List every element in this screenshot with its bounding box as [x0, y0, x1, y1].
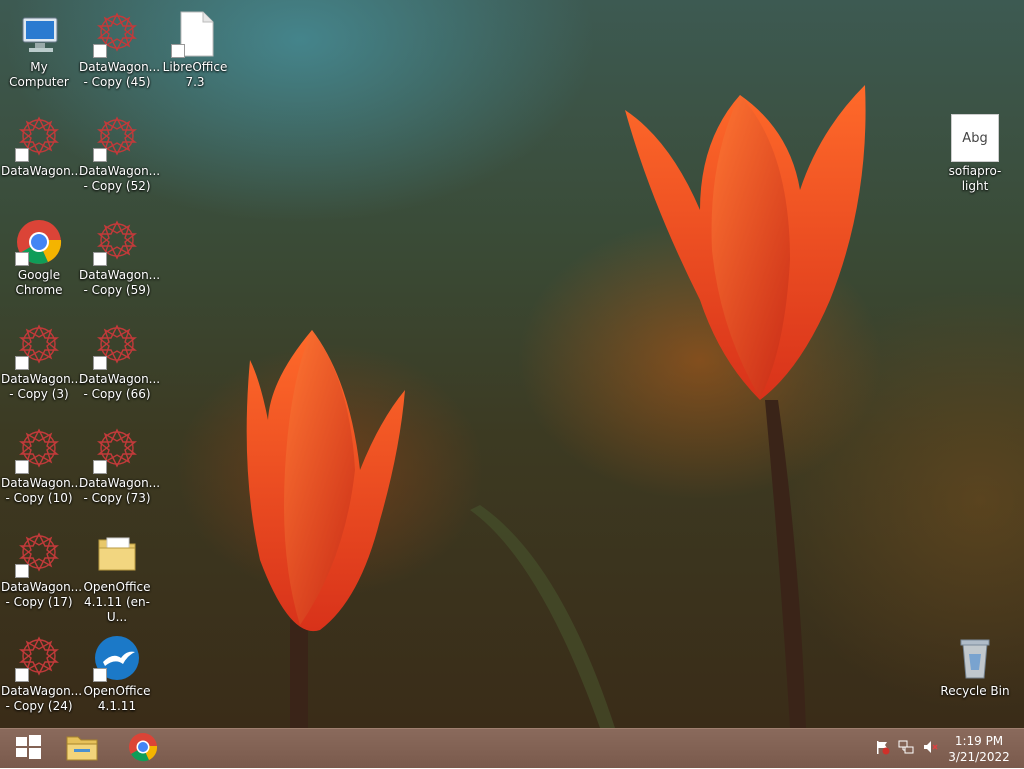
datawagon-icon — [15, 426, 63, 474]
start-button[interactable] — [0, 729, 56, 769]
recycle-bin-icon — [951, 634, 999, 682]
action-center-flag-icon — [874, 739, 890, 759]
desktop-icon-google-chrome[interactable]: Google Chrome — [0, 212, 78, 298]
folder-icon — [93, 530, 141, 578]
icon-label-line1: OpenOffice — [83, 684, 151, 698]
windows-logo-icon — [14, 733, 42, 765]
icon-label-line2: 4.1.11 — [97, 699, 137, 713]
shortcut-arrow-icon — [93, 44, 107, 58]
icon-label: My Computer — [9, 60, 69, 89]
chrome-icon — [15, 218, 63, 266]
icon-label: DataWagon... — [1, 164, 83, 178]
desktop[interactable]: My Computer DataWagon... Google Chrome D… — [0, 0, 1024, 728]
icon-label-line1: OpenOffice — [83, 580, 151, 594]
datawagon-icon — [93, 322, 141, 370]
shortcut-arrow-icon — [93, 460, 107, 474]
clock-time: 1:19 PM — [954, 734, 1004, 748]
icon-label-line1: DataWagon... — [1, 476, 83, 490]
icon-label-line2: - Copy (59) — [83, 283, 151, 297]
computer-icon — [15, 10, 63, 58]
datawagon-icon — [93, 426, 141, 474]
icon-label-line2: - Copy (66) — [83, 387, 151, 401]
datawagon-icon — [15, 530, 63, 578]
shortcut-arrow-icon — [93, 148, 107, 162]
chrome-icon — [128, 732, 158, 766]
desktop-icon-recycle-bin[interactable]: Recycle Bin — [936, 628, 1014, 699]
volume-button[interactable] — [920, 729, 940, 769]
icon-label-line2: - Copy (73) — [83, 491, 151, 505]
document-icon — [171, 10, 219, 58]
icon-label-line2: Chrome — [15, 283, 63, 297]
taskbar-file-explorer[interactable] — [54, 729, 110, 769]
openoffice-icon — [93, 634, 141, 682]
desktop-icon-datawagon-copy-17[interactable]: DataWagon... - Copy (17) — [0, 524, 83, 610]
font-file-icon: Abg — [951, 114, 999, 162]
desktop-icon-datawagon-copy-52[interactable]: DataWagon... - Copy (52) — [78, 108, 161, 194]
clock-date: 3/21/2022 — [948, 750, 1010, 764]
shortcut-arrow-icon — [15, 668, 29, 682]
taskbar: 1:19 PM 3/21/2022 — [0, 728, 1024, 768]
action-center-button[interactable] — [872, 729, 892, 769]
shortcut-arrow-icon — [15, 356, 29, 370]
icon-label-line2: 4.1.11 (en-U... — [84, 595, 150, 624]
icon-label-line2: - Copy (17) — [5, 595, 73, 609]
icon-label-line2: 7.3 — [185, 75, 205, 89]
icon-label-line2: - Copy (3) — [9, 387, 69, 401]
desktop-icon-datawagon-copy-3[interactable]: DataWagon.... - Copy (3) — [0, 316, 86, 402]
shortcut-arrow-icon — [15, 460, 29, 474]
icon-label-line1: DataWagon... — [79, 476, 161, 490]
icon-label-line2: - Copy (45) — [83, 75, 151, 89]
datawagon-icon — [93, 10, 141, 58]
datawagon-icon — [93, 114, 141, 162]
desktop-icon-libreoffice[interactable]: LibreOffice 7.3 — [156, 4, 234, 90]
datawagon-icon — [15, 322, 63, 370]
icon-label-line1: DataWagon... — [79, 372, 161, 386]
file-explorer-icon — [65, 732, 99, 766]
icon-label-line1: Google — [17, 268, 61, 282]
icon-label-line2: - Copy (10) — [5, 491, 73, 505]
shortcut-arrow-icon — [93, 668, 107, 682]
system-clock[interactable]: 1:19 PM 3/21/2022 — [944, 733, 1014, 765]
desktop-icon-datawagon-copy-66[interactable]: DataWagon... - Copy (66) — [78, 316, 161, 402]
shortcut-arrow-icon — [15, 148, 29, 162]
desktop-icon-datawagon-copy-73[interactable]: DataWagon... - Copy (73) — [78, 420, 161, 506]
shortcut-arrow-icon — [93, 252, 107, 266]
desktop-icon-openoffice-installer[interactable]: OpenOffice 4.1.11 (en-U... — [78, 524, 156, 625]
icon-label-line1: DataWagon... — [1, 684, 83, 698]
icon-label-line1: DataWagon.... — [1, 372, 86, 386]
icon-label-line1: DataWagon... — [79, 60, 161, 74]
desktop-icon-datawagon-copy-10[interactable]: DataWagon... - Copy (10) — [0, 420, 83, 506]
desktop-icon-datawagon[interactable]: DataWagon... — [0, 108, 83, 179]
icon-label-line2: - Copy (24) — [5, 699, 73, 713]
icon-label: Recycle Bin — [940, 684, 1010, 698]
desktop-icon-font-file[interactable]: Abg sofiapro-light — [936, 108, 1014, 194]
desktop-icon-openoffice[interactable]: OpenOffice 4.1.11 — [78, 628, 156, 714]
icon-label-line1: DataWagon... — [79, 164, 161, 178]
desktop-icon-my-computer[interactable]: My Computer — [0, 4, 78, 90]
volume-muted-icon — [922, 739, 938, 759]
icon-label-line1: DataWagon... — [79, 268, 161, 282]
shortcut-arrow-icon — [15, 564, 29, 578]
icon-label-line2: - Copy (52) — [83, 179, 151, 193]
desktop-icon-datawagon-copy-24[interactable]: DataWagon... - Copy (24) — [0, 628, 83, 714]
taskbar-chrome[interactable] — [115, 729, 171, 769]
icon-label-line1: DataWagon... — [1, 580, 83, 594]
shortcut-arrow-icon — [93, 356, 107, 370]
icon-label-line1: LibreOffice — [162, 60, 228, 74]
font-preview-text: Abg — [962, 131, 988, 146]
datawagon-icon — [93, 218, 141, 266]
datawagon-icon — [15, 634, 63, 682]
network-button[interactable] — [896, 729, 916, 769]
desktop-icon-datawagon-copy-45[interactable]: DataWagon... - Copy (45) — [78, 4, 161, 90]
datawagon-icon — [15, 114, 63, 162]
desktop-icon-datawagon-copy-59[interactable]: DataWagon... - Copy (59) — [78, 212, 161, 298]
shortcut-arrow-icon — [15, 252, 29, 266]
shortcut-arrow-icon — [171, 44, 185, 58]
network-icon — [898, 739, 914, 759]
icon-label: sofiapro-light — [948, 164, 1002, 193]
